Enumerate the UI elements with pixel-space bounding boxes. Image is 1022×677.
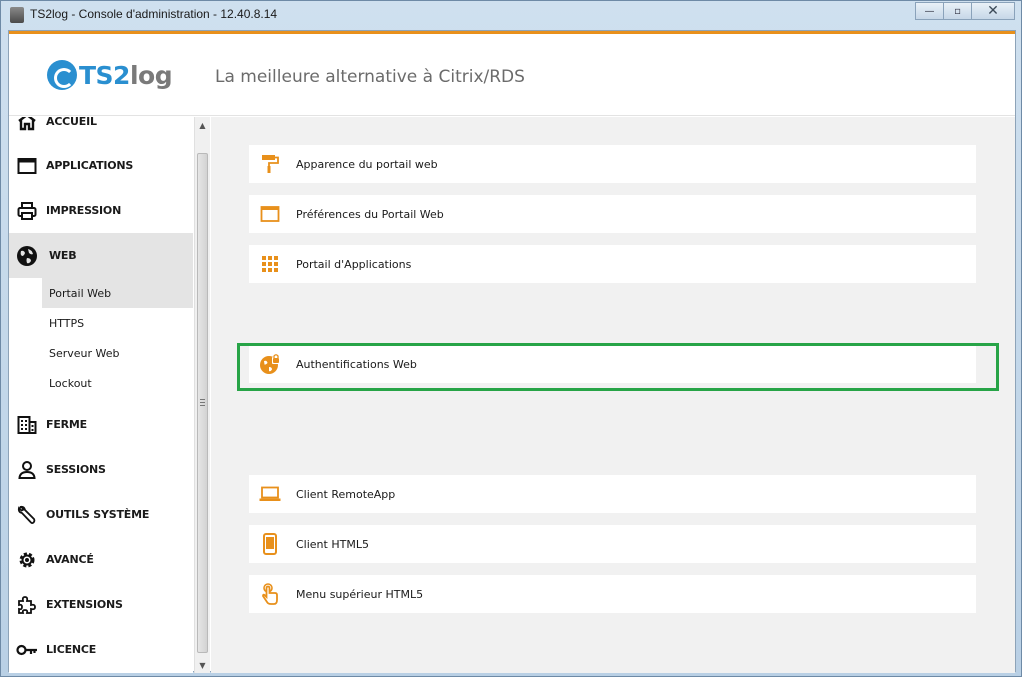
close-button[interactable]: ✕	[971, 2, 1015, 20]
sidebar-subitem-label: Serveur Web	[49, 346, 120, 360]
sidebar-scrollbar[interactable]: ▲ ▼	[194, 117, 210, 673]
sidebar-subitem-lockout[interactable]: Lockout	[42, 368, 193, 398]
sidebar-item-licence[interactable]: LICENCE	[9, 627, 193, 672]
card-label: Apparence du portail web	[296, 157, 438, 171]
building-icon	[16, 414, 38, 436]
card-client-remoteapp[interactable]: Client RemoteApp	[249, 475, 976, 513]
sidebar-item-sessions[interactable]: SESSIONS	[9, 447, 193, 492]
window-controls: — ▫ ✕	[915, 2, 1015, 20]
sidebar-item-web[interactable]: WEB	[9, 233, 193, 278]
app-grid-icon	[259, 253, 281, 275]
printer-icon	[16, 200, 38, 222]
ts2log-logo: TS2log	[47, 60, 173, 90]
home-icon	[16, 117, 38, 133]
sidebar-item-ferme[interactable]: FERME	[9, 402, 193, 447]
window-title: TS2log - Console d'administration - 12.4…	[30, 7, 278, 21]
sidebar-subitem-label: Lockout	[49, 376, 92, 390]
gear-icon	[16, 549, 38, 571]
grip-icon	[200, 399, 205, 406]
highlight-frame	[237, 343, 999, 391]
touch-hand-icon	[259, 583, 281, 605]
card-client-html5[interactable]: Client HTML5	[249, 525, 976, 563]
card-label: Préférences du Portail Web	[296, 207, 444, 221]
card-label: Portail d'Applications	[296, 257, 412, 271]
card-label: Client RemoteApp	[296, 487, 396, 501]
app-window: TS2log - Console d'administration - 12.4…	[0, 0, 1022, 677]
window-icon	[16, 155, 38, 177]
browser-window-icon	[259, 203, 281, 225]
card-preferences-portail-web[interactable]: Préférences du Portail Web	[249, 195, 976, 233]
sidebar-subitem-serveur-web[interactable]: Serveur Web	[42, 338, 193, 368]
puzzle-icon	[16, 594, 38, 616]
paint-roller-icon	[259, 153, 281, 175]
sidebar-subitem-portail-web[interactable]: Portail Web	[42, 278, 193, 308]
user-icon	[16, 459, 38, 481]
sidebar-item-label: OUTILS SYSTÈME	[46, 508, 150, 521]
sidebar-item-accueil[interactable]: ACCUEIL	[9, 117, 193, 144]
laptop-icon	[259, 483, 281, 505]
minimize-button[interactable]: —	[915, 2, 943, 20]
scroll-thumb[interactable]	[197, 153, 208, 653]
title-bar[interactable]: TS2log - Console d'administration - 12.4…	[1, 1, 1021, 29]
sidebar-item-label: IMPRESSION	[46, 204, 122, 217]
key-icon	[16, 639, 38, 661]
logo-text-ts: TS2	[79, 60, 130, 90]
close-icon: ✕	[987, 3, 999, 19]
wrench-icon	[16, 504, 38, 526]
logo-text-log: log	[129, 60, 173, 90]
sidebar-item-label: WEB	[49, 249, 77, 262]
minimize-icon: —	[924, 5, 935, 17]
sidebar-item-label: EXTENSIONS	[46, 598, 123, 611]
sidebar-item-extensions[interactable]: EXTENSIONS	[9, 582, 193, 627]
sidebar-subitem-https[interactable]: HTTPS	[42, 308, 193, 338]
card-menu-superieur-html5[interactable]: Menu supérieur HTML5	[249, 575, 976, 613]
main-panel: Apparence du portail web Préférences du …	[211, 117, 1015, 673]
sidebar-item-avance[interactable]: AVANCÉ	[9, 537, 193, 582]
sidebar-item-outils-systeme[interactable]: OUTILS SYSTÈME	[9, 492, 193, 537]
sidebar-subitem-label: HTTPS	[49, 316, 85, 330]
sidebar-item-label: ACCUEIL	[46, 117, 97, 128]
sidebar-item-label: LICENCE	[46, 643, 97, 656]
card-label: Client HTML5	[296, 537, 369, 551]
client-area: TS2log La meilleure alternative à Citrix…	[8, 30, 1016, 673]
app-icon	[10, 7, 24, 23]
sidebar-item-label: AVANCÉ	[46, 553, 94, 566]
scroll-down-arrow-icon[interactable]: ▼	[195, 657, 210, 673]
smartphone-icon	[259, 533, 281, 555]
sidebar: ACCUEIL APPLICATIONS IMPRESSION WEB Port…	[9, 117, 193, 673]
card-portail-applications[interactable]: Portail d'Applications	[249, 245, 976, 283]
scroll-up-arrow-icon[interactable]: ▲	[195, 117, 210, 133]
sidebar-subitem-label: Portail Web	[49, 286, 112, 300]
sidebar-item-label: FERME	[46, 418, 87, 431]
sidebar-item-label: SESSIONS	[46, 463, 106, 476]
globe-icon	[16, 245, 38, 267]
header: TS2log La meilleure alternative à Citrix…	[9, 34, 1015, 116]
sidebar-item-impression[interactable]: IMPRESSION	[9, 188, 193, 233]
sidebar-item-label: APPLICATIONS	[46, 159, 134, 172]
card-apparence-portail-web[interactable]: Apparence du portail web	[249, 145, 976, 183]
maximize-icon: ▫	[954, 5, 961, 17]
sidebar-item-applications[interactable]: APPLICATIONS	[9, 143, 193, 188]
tagline: La meilleure alternative à Citrix/RDS	[215, 67, 525, 87]
card-label: Menu supérieur HTML5	[296, 587, 424, 601]
logo-share-icon	[47, 60, 77, 90]
maximize-button[interactable]: ▫	[943, 2, 971, 20]
